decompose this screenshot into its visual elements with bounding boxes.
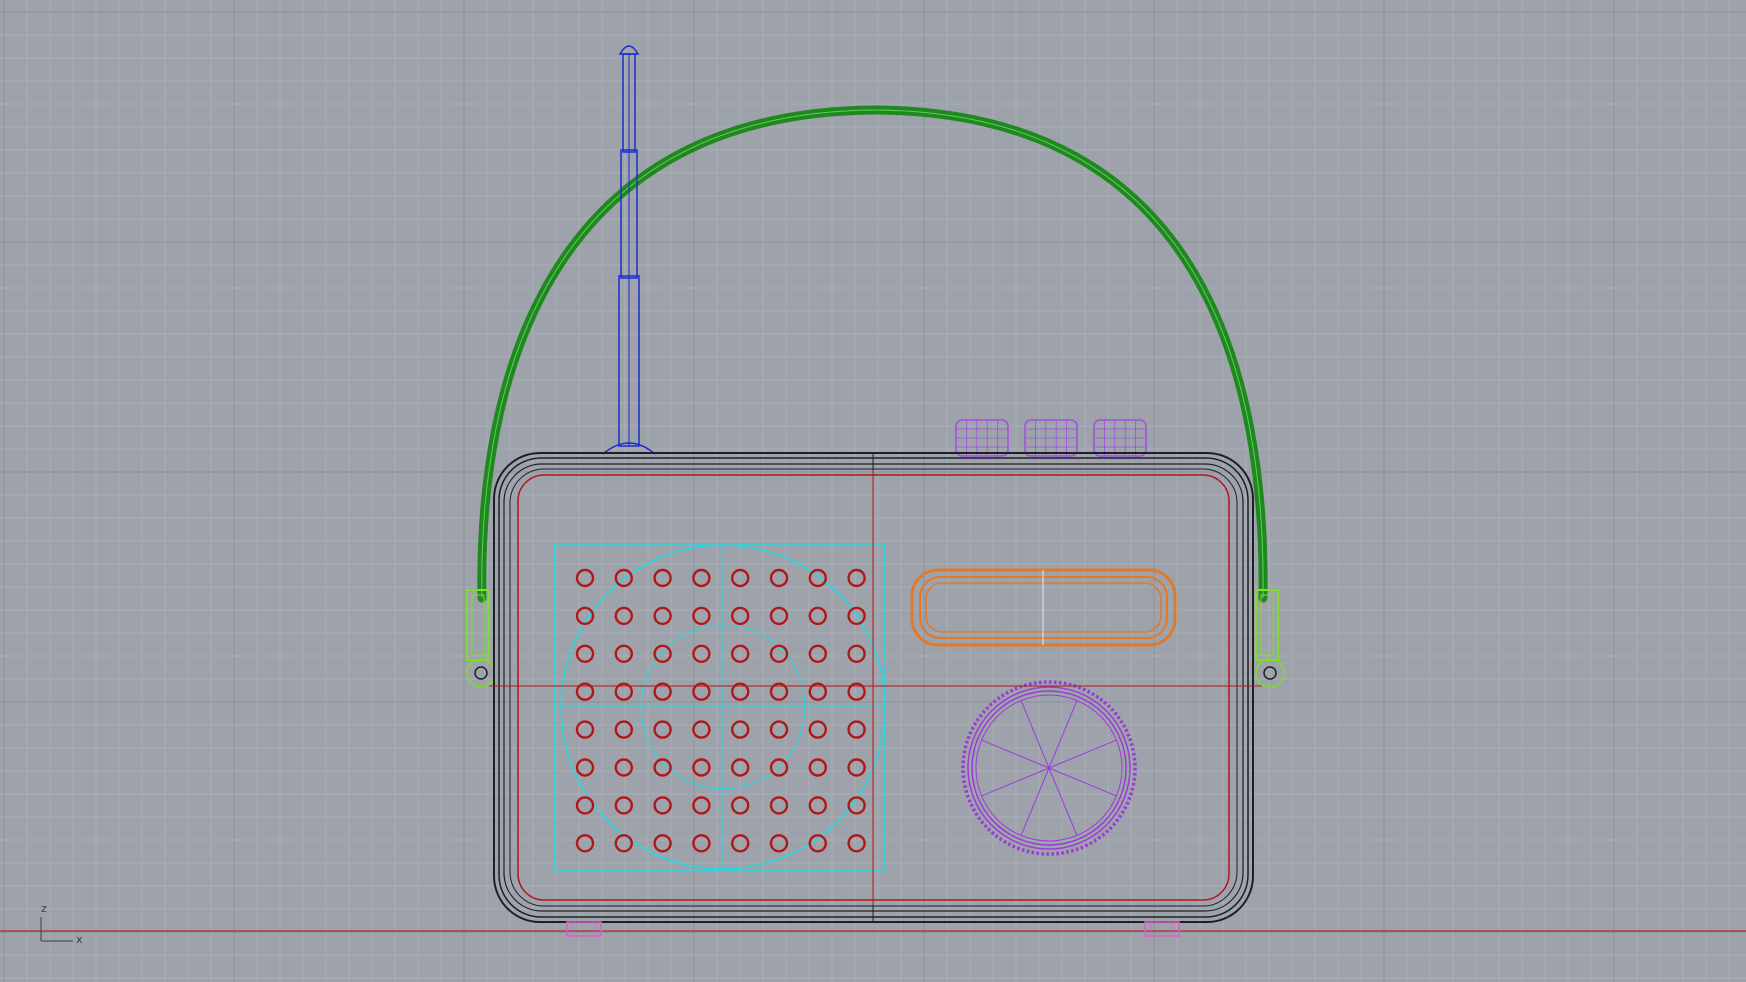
speaker-hole <box>653 834 672 853</box>
speaker-hole <box>614 644 633 663</box>
speaker-hole <box>847 720 866 739</box>
speaker-hole <box>653 568 672 588</box>
speaker-hole <box>847 568 866 588</box>
speaker-hole <box>808 758 827 777</box>
top-buttons[interactable] <box>955 419 1147 457</box>
speaker-hole <box>653 796 672 815</box>
speaker-hole <box>769 644 789 663</box>
viewport-canvas[interactable]: z x <box>0 0 1746 982</box>
speaker-hole <box>769 796 789 815</box>
speaker-hole <box>808 720 827 739</box>
speaker-hole <box>653 644 672 663</box>
speaker-hole <box>614 796 633 815</box>
speaker-grille[interactable] <box>553 544 886 871</box>
speaker-hole <box>808 644 827 663</box>
handle-mount-inner-left <box>471 594 485 656</box>
foot-right[interactable] <box>1144 921 1180 937</box>
speaker-hole <box>692 644 711 663</box>
foot-left[interactable] <box>566 921 602 937</box>
handle-pivot-screw-right <box>1263 666 1277 680</box>
handle-pivot-left[interactable] <box>466 658 496 688</box>
speaker-hole <box>847 644 866 663</box>
speaker-hole <box>692 568 711 588</box>
radio-antenna[interactable] <box>602 45 656 455</box>
speaker-hole <box>692 834 711 853</box>
speaker-hole <box>847 834 866 853</box>
antenna-tip[interactable] <box>618 45 640 55</box>
handle-pivot-right[interactable] <box>1255 658 1285 688</box>
handle-pivot-screw-left <box>474 666 488 680</box>
tuning-dial[interactable] <box>961 680 1137 856</box>
handle-mount-inner-right <box>1260 594 1274 656</box>
speaker-hole <box>692 796 711 815</box>
speaker-hole <box>653 720 672 739</box>
speaker-hole <box>808 568 827 588</box>
radio-handle[interactable] <box>477 105 1268 603</box>
handle-arc[interactable] <box>477 105 1268 603</box>
speaker-hole <box>769 834 789 853</box>
speaker-hole <box>692 758 711 777</box>
axis-label-z: z <box>41 902 47 915</box>
display-window[interactable] <box>910 568 1177 647</box>
radio-model[interactable] <box>466 45 1285 937</box>
speaker-hole <box>614 720 633 739</box>
handle-arc-isocurve <box>481 109 1264 599</box>
radio-feet[interactable] <box>566 921 1180 937</box>
speaker-hole <box>692 720 711 739</box>
speaker-hole <box>614 758 633 777</box>
rhino-front-viewport[interactable]: z x <box>0 0 1746 982</box>
axis-label-x: x <box>76 933 83 946</box>
speaker-hole <box>769 568 789 588</box>
speaker-hole <box>769 720 789 739</box>
speaker-hole <box>808 796 827 815</box>
speaker-hole <box>614 834 633 853</box>
speaker-hole <box>847 758 866 777</box>
